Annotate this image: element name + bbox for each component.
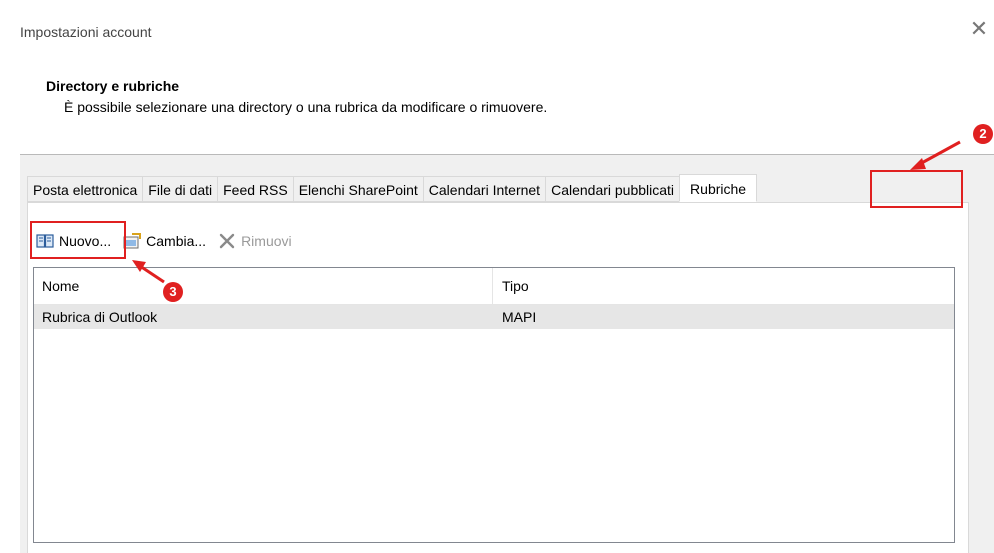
annotation-badge-3: 3 [163, 282, 183, 302]
highlight-new-button [30, 221, 126, 259]
remove-button[interactable]: Rimuovi [218, 228, 292, 254]
tab-data-files[interactable]: File di dati [142, 176, 218, 202]
close-icon[interactable]: ✕ [966, 16, 992, 42]
change-button[interactable]: Cambia... [123, 228, 206, 254]
column-separator [492, 268, 493, 304]
header-description: È possibile selezionare una directory o … [64, 99, 548, 115]
tab-internet-calendars[interactable]: Calendari Internet [422, 176, 546, 202]
annotation-badge-2: 2 [973, 124, 993, 144]
tab-strip: Posta elettronica File di dati Feed RSS … [27, 174, 758, 203]
list-item-type: MAPI [502, 309, 537, 325]
header-title: Directory e rubriche [46, 78, 180, 94]
account-settings-dialog: Impostazioni account ✕ Directory e rubri… [0, 0, 994, 553]
remove-x-icon [218, 233, 236, 249]
remove-button-label: Rimuovi [241, 233, 292, 249]
column-header-type[interactable]: Tipo [502, 278, 529, 294]
tab-published-calendars[interactable]: Calendari pubblicati [545, 176, 680, 202]
address-book-list[interactable]: Nome Tipo Rubrica di Outlook MAPI [33, 267, 955, 543]
list-item[interactable]: Rubrica di Outlook MAPI [34, 305, 954, 329]
highlight-rubriche-tab [870, 170, 963, 208]
tab-email[interactable]: Posta elettronica [27, 176, 143, 202]
column-header-name[interactable]: Nome [42, 278, 79, 294]
tab-address-books[interactable]: Rubriche [679, 174, 758, 202]
list-item-name: Rubrica di Outlook [42, 309, 158, 325]
change-button-label: Cambia... [146, 233, 207, 249]
tab-rss-feeds[interactable]: Feed RSS [217, 176, 293, 202]
dialog-title: Impostazioni account [20, 24, 152, 40]
tab-sharepoint-lists[interactable]: Elenchi SharePoint [292, 176, 423, 202]
